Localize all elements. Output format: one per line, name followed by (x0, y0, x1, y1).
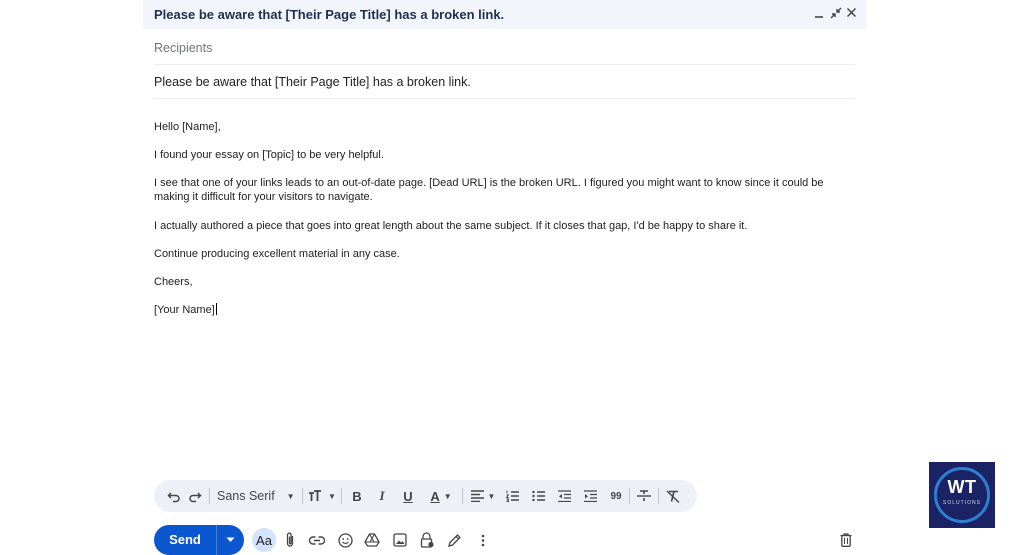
more-options-icon[interactable] (477, 529, 489, 551)
numbered-list-icon[interactable] (504, 486, 520, 506)
text-color-button[interactable]: A ▼ (426, 486, 456, 506)
chevron-down-icon (226, 537, 235, 542)
subject-field[interactable]: Please be aware that [Their Page Title] … (154, 65, 855, 99)
align-icon[interactable]: ▼ (469, 486, 497, 506)
toolbar-divider (658, 488, 659, 504)
strikethrough-icon[interactable] (635, 486, 653, 506)
photo-icon[interactable] (391, 529, 409, 551)
body-paragraph-1: I found your essay on [Topic] to be very… (154, 149, 384, 161)
minimize-icon[interactable] (810, 4, 828, 24)
link-icon[interactable] (308, 529, 326, 551)
undo-icon[interactable] (166, 486, 182, 506)
attach-icon[interactable] (282, 529, 298, 551)
chevron-down-icon: ▼ (443, 491, 452, 501)
confidential-lock-icon[interactable] (418, 529, 436, 551)
trash-icon[interactable] (837, 529, 855, 551)
toolbar-divider (302, 488, 303, 504)
body-paragraph-2: I see that one of your links leads to an… (154, 177, 824, 203)
redo-icon[interactable] (187, 486, 203, 506)
remove-formatting-icon[interactable] (664, 486, 682, 506)
send-options-button[interactable] (217, 525, 244, 555)
text-color-icon: A (430, 488, 440, 504)
font-family-label: Sans Serif (217, 489, 275, 503)
chevron-down-icon: ▼ (487, 491, 496, 501)
chevron-down-icon: ▼ (286, 491, 295, 501)
send-button[interactable]: Send (154, 525, 216, 555)
body-paragraph-3: I actually authored a piece that goes in… (154, 220, 748, 232)
logo-subtext: SOLUTIONS (943, 500, 981, 506)
send-button-group: Send (154, 525, 244, 555)
indent-less-icon[interactable] (556, 486, 572, 506)
toolbar-divider (629, 488, 630, 504)
compose-window: Please be aware that [Their Page Title] … (143, 0, 866, 555)
bulleted-list-icon[interactable] (530, 486, 546, 506)
formatting-options-button[interactable]: Aa (252, 528, 276, 552)
underline-icon[interactable]: U (401, 486, 415, 506)
font-size-icon[interactable]: ▼ (308, 486, 336, 506)
body-signature-line: [Your Name] (154, 303, 844, 317)
close-icon[interactable] (842, 4, 860, 24)
body-signature: [Your Name] (154, 304, 215, 316)
recipients-placeholder: Recipients (154, 41, 213, 55)
body-greeting: Hello [Name], (154, 121, 221, 133)
compose-window-title: Please be aware that [Their Page Title] … (154, 7, 505, 22)
font-family-select[interactable]: Sans Serif ▼ (217, 486, 299, 506)
compose-titlebar[interactable]: Please be aware that [Their Page Title] … (143, 0, 866, 29)
body-paragraph-4: Continue producing excellent material in… (154, 248, 400, 260)
toolbar-divider (462, 488, 463, 504)
signature-pen-icon[interactable] (445, 529, 463, 551)
body-closing: Cheers, (154, 276, 193, 288)
toolbar-divider (341, 488, 342, 504)
italic-icon[interactable]: I (375, 486, 389, 506)
toolbar-divider (209, 488, 210, 504)
brand-logo: WT SOLUTIONS (929, 462, 995, 528)
quote-icon[interactable]: 99 (608, 486, 624, 506)
recipients-field[interactable]: Recipients (154, 30, 855, 65)
emoji-icon[interactable] (336, 529, 354, 551)
indent-more-icon[interactable] (582, 486, 598, 506)
subject-text: Please be aware that [Their Page Title] … (154, 75, 471, 89)
chevron-down-icon: ▼ (328, 491, 336, 501)
drive-icon[interactable] (363, 529, 381, 551)
formatting-toolbar: Sans Serif ▼ ▼ B I U A ▼ ▼ 99 (154, 480, 697, 512)
bold-icon[interactable]: B (350, 486, 364, 506)
logo-text: WT (947, 477, 977, 497)
text-cursor (215, 303, 217, 315)
